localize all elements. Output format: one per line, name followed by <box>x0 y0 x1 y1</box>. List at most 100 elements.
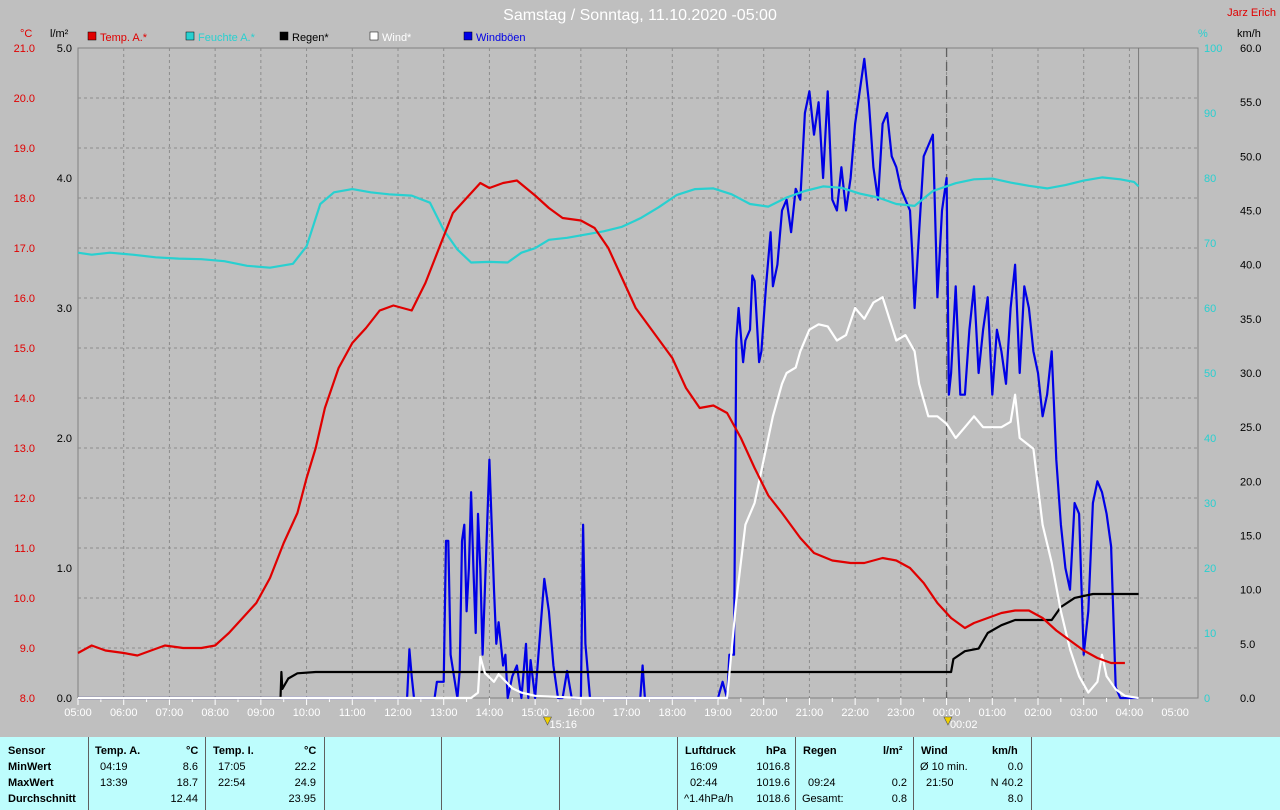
x-tick-label: 08:00 <box>201 707 229 719</box>
time-marker-label: 00:02 <box>950 719 978 731</box>
temp-a-min-time: 04:19 <box>100 761 128 773</box>
x-tick-label: 06:00 <box>110 707 138 719</box>
temp-tick-label: 10.0 <box>14 593 35 605</box>
humidity-tick-label: 0 <box>1204 693 1210 705</box>
x-tick-label: 20:00 <box>750 707 778 719</box>
humidity-tick-label: 80 <box>1204 173 1216 185</box>
legend-label: Temp. A.* <box>100 32 148 44</box>
rain-total-value: 0.8 <box>891 793 907 805</box>
temp-tick-label: 11.0 <box>14 543 35 555</box>
wind-tick-label: 20.0 <box>1240 476 1261 488</box>
x-tick-label: 10:00 <box>293 707 321 719</box>
footer-divider <box>1031 737 1032 810</box>
temp-i-unit: °C <box>304 745 317 757</box>
footer-divider <box>795 737 796 810</box>
x-tick-label: 09:00 <box>247 707 275 719</box>
footer-divider <box>324 737 325 810</box>
wind-tick-label: 50.0 <box>1240 151 1261 163</box>
x-tick-label: 17:00 <box>613 707 641 719</box>
x-tick-label: 03:00 <box>1070 707 1098 719</box>
legend-label: Feuchte A.* <box>198 32 256 44</box>
wind-tick-label: 0.0 <box>1240 693 1255 705</box>
wind-tick-label: 40.0 <box>1240 260 1261 272</box>
temp-axis-unit: °C <box>20 28 32 40</box>
rain-tick-label: 3.0 <box>57 303 72 315</box>
humidity-tick-label: 30 <box>1204 498 1216 510</box>
temp-tick-label: 17.0 <box>14 243 35 255</box>
x-tick-label: 18:00 <box>659 707 687 719</box>
legend-label: Wind* <box>382 32 412 44</box>
wind-axis-unit: km/h <box>1237 28 1261 40</box>
temp-a-max-time: 13:39 <box>100 777 128 789</box>
chart-background <box>0 0 1280 737</box>
footer-divider <box>913 737 914 810</box>
temp-tick-label: 8.0 <box>20 693 35 705</box>
temp-tick-label: 9.0 <box>20 643 35 655</box>
legend-swatch <box>369 31 379 41</box>
x-tick-label: 05:00 <box>1161 707 1189 719</box>
temp-a-max-value: 18.7 <box>176 777 198 789</box>
x-tick-label: 11:00 <box>339 707 366 719</box>
wind-tick-label: 35.0 <box>1240 314 1261 326</box>
wind-tick-label: 30.0 <box>1240 368 1261 380</box>
temp-i-min-value: 22.2 <box>294 761 316 773</box>
x-tick-label: 04:00 <box>1116 707 1144 719</box>
temp-a-header: Temp. A. <box>95 745 141 757</box>
wind-avg-value: 8.0 <box>1007 793 1023 805</box>
temp-tick-label: 21.0 <box>14 43 35 55</box>
rain-header: Regen <box>803 745 837 757</box>
x-tick-label: 13:00 <box>430 707 458 719</box>
footer-divider <box>88 737 89 810</box>
footer-divider <box>559 737 560 810</box>
temp-tick-label: 16.0 <box>14 293 35 305</box>
legend-swatch <box>87 31 97 41</box>
wind-max-time: 21:50 <box>926 777 954 789</box>
humidity-tick-label: 40 <box>1204 433 1216 445</box>
weather-chart: Samstag / Sonntag, 11.10.2020 -05:00 Jar… <box>0 0 1280 737</box>
wind-tick-label: 45.0 <box>1240 206 1261 218</box>
legend-swatch <box>185 31 195 41</box>
humidity-tick-label: 100 <box>1204 43 1222 55</box>
x-tick-label: 19:00 <box>704 707 732 719</box>
humidity-tick-label: 70 <box>1204 238 1216 250</box>
rain-axis-unit: l/m² <box>50 28 69 40</box>
x-tick-label: 07:00 <box>156 707 184 719</box>
temp-a-avg-value: 12.44 <box>170 793 198 805</box>
wind-avg10-label: Ø 10 min. <box>920 761 968 773</box>
temp-tick-label: 20.0 <box>14 93 35 105</box>
max-label: MaxWert <box>8 777 54 789</box>
temp-tick-label: 14.0 <box>14 393 35 405</box>
pressure-min-value: 1016.8 <box>756 761 790 773</box>
rain-tick-label: 2.0 <box>57 433 72 445</box>
rain-total-label: Gesamt: <box>802 793 844 805</box>
pressure-max-value: 1019.6 <box>756 777 790 789</box>
wind-tick-label: 10.0 <box>1240 585 1261 597</box>
rain-max-value: 0.2 <box>891 777 907 789</box>
pressure-header: Luftdruck <box>685 745 736 757</box>
x-tick-label: 02:00 <box>1024 707 1052 719</box>
x-tick-label: 22:00 <box>841 707 869 719</box>
wind-tick-label: 60.0 <box>1240 43 1261 55</box>
sensor-header: Sensor <box>8 745 46 757</box>
rain-max-time: 09:24 <box>808 777 836 789</box>
chart-title: Samstag / Sonntag, 11.10.2020 -05:00 <box>503 7 777 24</box>
legend-label: Windböen <box>476 32 526 44</box>
temp-tick-label: 18.0 <box>14 193 35 205</box>
temp-i-avg-value: 23.95 <box>288 793 316 805</box>
x-tick-label: 14:00 <box>476 707 504 719</box>
humidity-tick-label: 10 <box>1204 628 1216 640</box>
x-tick-label: 05:00 <box>64 707 92 719</box>
rain-tick-label: 0.0 <box>57 693 72 705</box>
x-tick-label: 16:00 <box>567 707 595 719</box>
avg-label: Durchschnitt <box>8 793 76 805</box>
wind-max-value: N 40.2 <box>990 777 1023 789</box>
humidity-tick-label: 90 <box>1204 108 1216 120</box>
temp-tick-label: 12.0 <box>14 493 35 505</box>
legend-swatch <box>463 31 473 41</box>
footer-divider <box>205 737 206 810</box>
humidity-tick-label: 20 <box>1204 563 1216 575</box>
footer-divider <box>441 737 442 810</box>
wind-tick-label: 5.0 <box>1240 639 1255 651</box>
wind-tick-label: 55.0 <box>1240 97 1261 109</box>
humidity-tick-label: 50 <box>1204 368 1216 380</box>
